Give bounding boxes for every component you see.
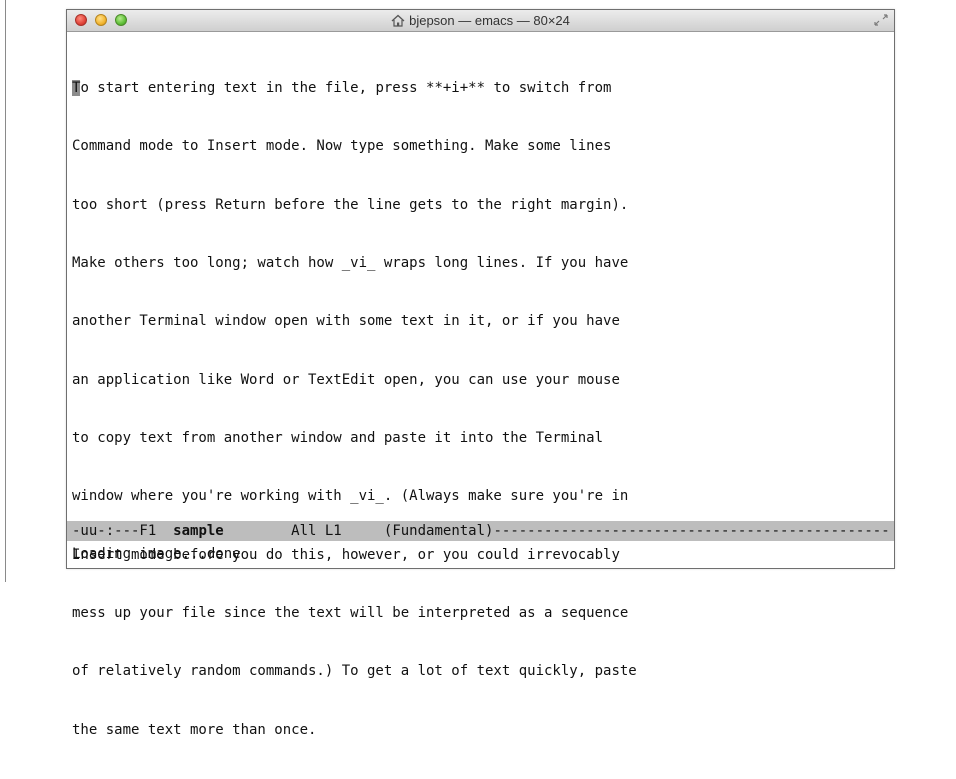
buffer-line: another Terminal window open with some t… <box>72 313 620 330</box>
title-bar[interactable]: bjepson — emacs — 80×24 <box>67 10 894 32</box>
modeline-buffer-name: sample <box>173 523 224 539</box>
buffer-line: to copy text from another window and pas… <box>72 429 604 446</box>
text-buffer[interactable]: To start entering text in the file, pres… <box>72 40 892 779</box>
modeline-major-mode: (Fundamental) <box>383 523 494 539</box>
terminal-window[interactable]: bjepson — emacs — 80×24 To start enterin… <box>66 9 895 738</box>
buffer-line: window where you're working with _vi_. (… <box>72 488 629 505</box>
buffer-line: Make others too long; watch how _vi_ wra… <box>72 254 629 271</box>
buffer-line: of relatively random commands.) To get a… <box>72 663 637 680</box>
buffer-line: To start entering text in the file, pres… <box>72 79 892 98</box>
home-icon <box>391 14 405 27</box>
modeline-fill: ----------------------------------------… <box>493 523 890 539</box>
window-title-container: bjepson — emacs — 80×24 <box>67 12 894 29</box>
echo-area-message: Loading image...done <box>72 546 241 562</box>
modeline-position: All L1 <box>223 523 384 539</box>
buffer-line: the same text more than once. <box>72 721 317 738</box>
mode-line: -uu-:---F1 sample All L1 (Fundamental)--… <box>67 521 894 541</box>
buffer-line: too short (press Return before the line … <box>72 196 629 213</box>
fullscreen-icon[interactable] <box>874 14 888 26</box>
window-title: bjepson — emacs — 80×24 <box>409 13 570 28</box>
buffer-line: mess up your file since the text will be… <box>72 605 629 621</box>
modeline-status: -uu-:---F1 <box>72 523 174 539</box>
buffer-line: Command mode to Insert mode. Now type so… <box>72 138 612 155</box>
buffer-line: an application like Word or TextEdit ope… <box>72 371 620 388</box>
buffer-line-text: o start entering text in the file, press… <box>80 79 612 96</box>
page-border-left <box>5 0 6 582</box>
